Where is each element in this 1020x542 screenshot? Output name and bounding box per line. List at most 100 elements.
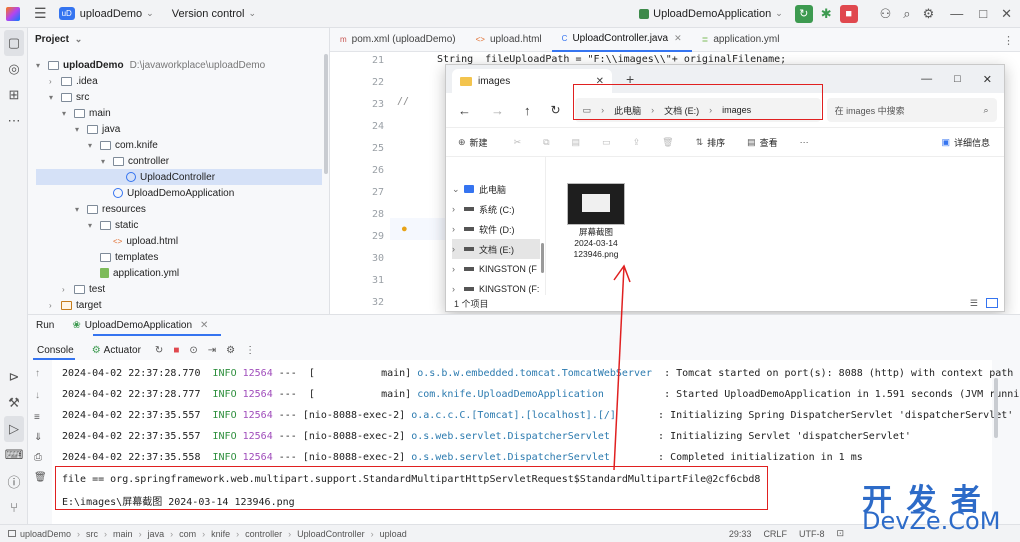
rerun-icon[interactable]: ↻ [155, 345, 163, 356]
run-tool-icon[interactable]: ▷ [4, 416, 24, 442]
file-item[interactable]: 屏幕截图 2024-03-14 123946.png [564, 183, 628, 271]
forward-arrow-icon[interactable]: → [491, 103, 504, 118]
status-position[interactable]: 29:33 [729, 529, 752, 539]
caret-icon[interactable]: ▾ [36, 61, 48, 70]
sidebar-item[interactable]: › 软件 (D:) [452, 219, 540, 239]
settings-icon[interactable]: ⚙ [226, 345, 235, 356]
view-button[interactable]: ▤ 查看 [747, 136, 778, 149]
commit-icon[interactable]: ◎ [0, 56, 28, 82]
rerun-button[interactable]: ↻ [794, 4, 813, 23]
caret-icon[interactable]: ▾ [75, 125, 87, 134]
git-icon[interactable]: ⑂ [0, 494, 28, 520]
search-icon[interactable]: ⌕ [903, 6, 910, 22]
status-breadcrumb-item[interactable]: uploadDemo [20, 529, 71, 539]
details-button[interactable]: ▣ 详细信息 [941, 136, 990, 149]
explorer-search-box[interactable]: 在 images 中搜索 ⌕ [826, 98, 997, 122]
sidebar-item[interactable]: › KINGSTON (F [452, 259, 540, 279]
status-breadcrumb-item[interactable]: controller [245, 529, 282, 539]
lightbulb-icon[interactable]: ● [401, 223, 408, 235]
minimize-icon[interactable]: — [950, 6, 963, 21]
caret-icon[interactable]: › [49, 301, 61, 310]
actuator-tab[interactable]: ⚙ Actuator [92, 345, 141, 356]
refresh-icon[interactable]: ↻ [551, 103, 561, 117]
caret-icon[interactable]: ▾ [49, 93, 61, 102]
status-breadcrumb-item[interactable]: upload [380, 529, 407, 539]
stop-icon[interactable]: ■ [173, 345, 179, 356]
maximize-icon[interactable]: □ [954, 73, 961, 85]
tree-item[interactable]: templates [36, 249, 322, 265]
build-icon[interactable]: ⚒ [0, 390, 28, 416]
services-icon[interactable]: ⊳ [0, 364, 28, 390]
lock-icon[interactable]: ⊡ [836, 528, 844, 539]
tree-item[interactable]: application.yml [36, 265, 322, 281]
maximize-icon[interactable]: □ [979, 6, 987, 21]
sidebar-item[interactable]: › 系统 (C:) [452, 199, 540, 219]
chevron-down-icon[interactable]: ⌄ [452, 184, 460, 195]
sort-button[interactable]: ⇅ 排序 [696, 136, 726, 149]
status-breadcrumb-item[interactable]: src [86, 529, 98, 539]
back-arrow-icon[interactable]: ← [458, 103, 471, 118]
sidebar-item[interactable]: › 文档 (E:) [452, 239, 540, 259]
tree-item[interactable]: › target [36, 297, 322, 313]
add-user-icon[interactable]: ⚇ [880, 6, 892, 22]
console-tab[interactable]: Console [37, 345, 74, 356]
editor-tab[interactable]: C UploadController.java ✕ [551, 28, 692, 52]
chevron-right-icon[interactable]: › [452, 224, 458, 234]
tree-item[interactable]: UploadDemoApplication [36, 185, 322, 201]
close-tab-icon[interactable]: ✕ [200, 320, 208, 331]
status-breadcrumb-item[interactable]: java [148, 529, 165, 539]
scroll-end-icon[interactable]: ⇓ [34, 432, 42, 443]
share-icon[interactable]: ⇪ [633, 137, 641, 148]
sidebar-item[interactable]: ⌄ 此电脑 [452, 179, 540, 199]
new-item-button[interactable]: ⊕ 新建 [458, 136, 488, 149]
tree-item[interactable]: ▾ controller [36, 153, 322, 169]
tree-scrollbar[interactable] [324, 54, 328, 174]
status-breadcrumb-item[interactable]: main [113, 529, 133, 539]
editor-tab[interactable]: m pom.xml (uploadDemo) [330, 28, 466, 52]
debug-icon[interactable]: ✱ [821, 6, 832, 22]
tree-item[interactable]: ▾ static [36, 217, 322, 233]
rename-icon[interactable]: ▭ [602, 137, 611, 148]
structure-icon[interactable]: ⊞ [0, 82, 28, 108]
caret-icon[interactable]: ▾ [62, 109, 74, 118]
paste-icon[interactable]: ▤ [572, 137, 581, 148]
editor-tab[interactable]: <> upload.html [466, 28, 552, 52]
status-encoding[interactable]: UTF-8 [799, 529, 825, 539]
caret-icon[interactable]: › [49, 77, 61, 86]
print-icon[interactable]: ⎙ [34, 452, 42, 463]
scroll-up-icon[interactable]: ↑ [35, 368, 40, 379]
run-config-selector[interactable]: UploadDemoApplication ⌄ [639, 8, 783, 20]
tree-item[interactable]: ▾ resources [36, 201, 322, 217]
chevron-right-icon[interactable]: › [452, 204, 458, 214]
status-breadcrumb-item[interactable]: knife [211, 529, 230, 539]
tree-item[interactable]: <> upload.html [36, 233, 322, 249]
close-tab-icon[interactable]: ✕ [674, 33, 682, 44]
caret-icon[interactable]: ▾ [75, 205, 87, 214]
editor-tab[interactable]: ≣ application.yml [692, 28, 790, 52]
project-tool-icon[interactable]: ▢ [4, 30, 24, 56]
details-view-icon[interactable]: ☰ [970, 298, 978, 309]
more-options-icon[interactable]: ⋮ [245, 345, 255, 356]
scroll-down-icon[interactable]: ↓ [35, 390, 40, 401]
status-breadcrumb-item[interactable]: com [179, 529, 196, 539]
sidebar-scrollbar[interactable] [541, 243, 544, 273]
terminal-icon[interactable]: ⌨ [0, 442, 28, 468]
copy-icon[interactable]: ⧉ [543, 137, 549, 148]
problems-icon[interactable]: ⓘ [0, 468, 28, 494]
caret-icon[interactable]: ▾ [101, 157, 113, 166]
vcs-selector[interactable]: Version control ⌄ [172, 8, 256, 20]
close-window-icon[interactable]: ✕ [1001, 6, 1012, 22]
project-selector[interactable]: uD uploadDemo ⌄ [58, 7, 154, 20]
tree-item[interactable]: ▾ com.knife [36, 137, 322, 153]
stop-button[interactable]: ■ [839, 4, 858, 23]
clear-icon[interactable]: 🗑 [34, 472, 47, 483]
chevron-right-icon[interactable]: › [452, 284, 458, 294]
up-arrow-icon[interactable]: ↑ [524, 103, 531, 118]
main-menu-icon[interactable]: ☰ [34, 5, 47, 22]
delete-icon[interactable]: 🗑 [662, 137, 673, 148]
console-scrollbar[interactable] [994, 378, 998, 438]
more-options-icon[interactable]: ⋯ [800, 137, 809, 148]
tree-item[interactable]: ▾ src [36, 89, 322, 105]
code-line-23[interactable]: // [397, 96, 409, 107]
run-label[interactable]: Run [36, 320, 54, 331]
